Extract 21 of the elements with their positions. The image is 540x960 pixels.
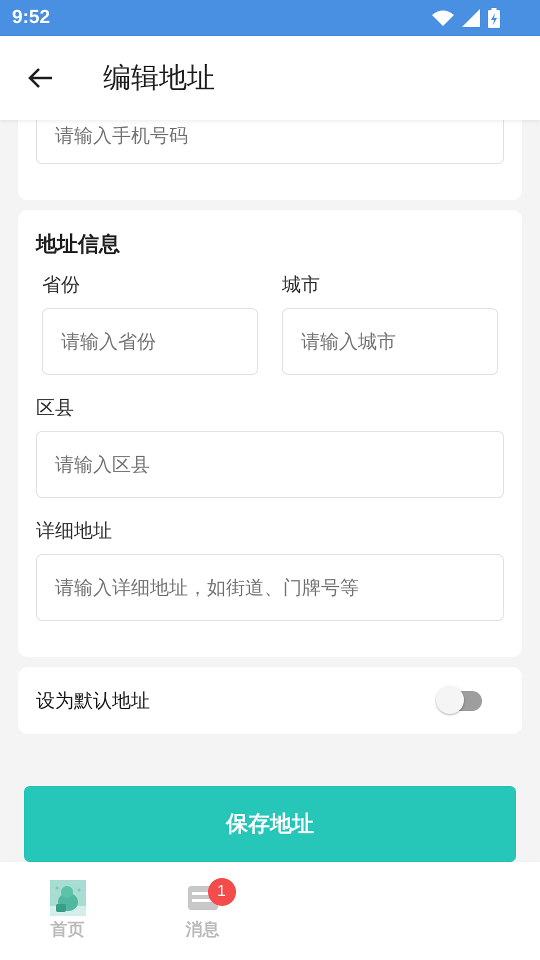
text-input-field[interactable]: 请输入城市 xyxy=(282,308,498,375)
page-title: 编辑地址 xyxy=(103,60,215,96)
field-label: 省份 xyxy=(42,273,81,298)
wifi-icon xyxy=(432,10,454,26)
back-arrow-icon[interactable] xyxy=(27,67,53,89)
field-label: 城市 xyxy=(282,273,321,298)
save-button[interactable]: 保存地址 xyxy=(24,786,516,862)
battery-icon xyxy=(488,8,500,28)
phone-input-field[interactable]: 请输入手机号码 xyxy=(36,120,504,164)
nav-label[interactable]: 消息 xyxy=(186,918,220,941)
text-input-field[interactable]: 请输入区县 xyxy=(36,431,504,498)
text-input-field[interactable]: 请输入详细地址，如街道、门牌号等 xyxy=(36,554,504,621)
text-input-field[interactable]: 请输入省份 xyxy=(42,308,258,375)
unread-badge: 1 xyxy=(208,878,236,906)
field-label: 区县 xyxy=(36,396,75,421)
nav-label[interactable]: 首页 xyxy=(50,918,84,941)
field-label: 详细地址 xyxy=(36,519,113,544)
section-title: 地址信息 xyxy=(36,231,121,258)
toggle-label: 设为默认地址 xyxy=(36,688,150,714)
signal-icon xyxy=(462,9,480,27)
status-time: 9:52 xyxy=(12,7,50,29)
